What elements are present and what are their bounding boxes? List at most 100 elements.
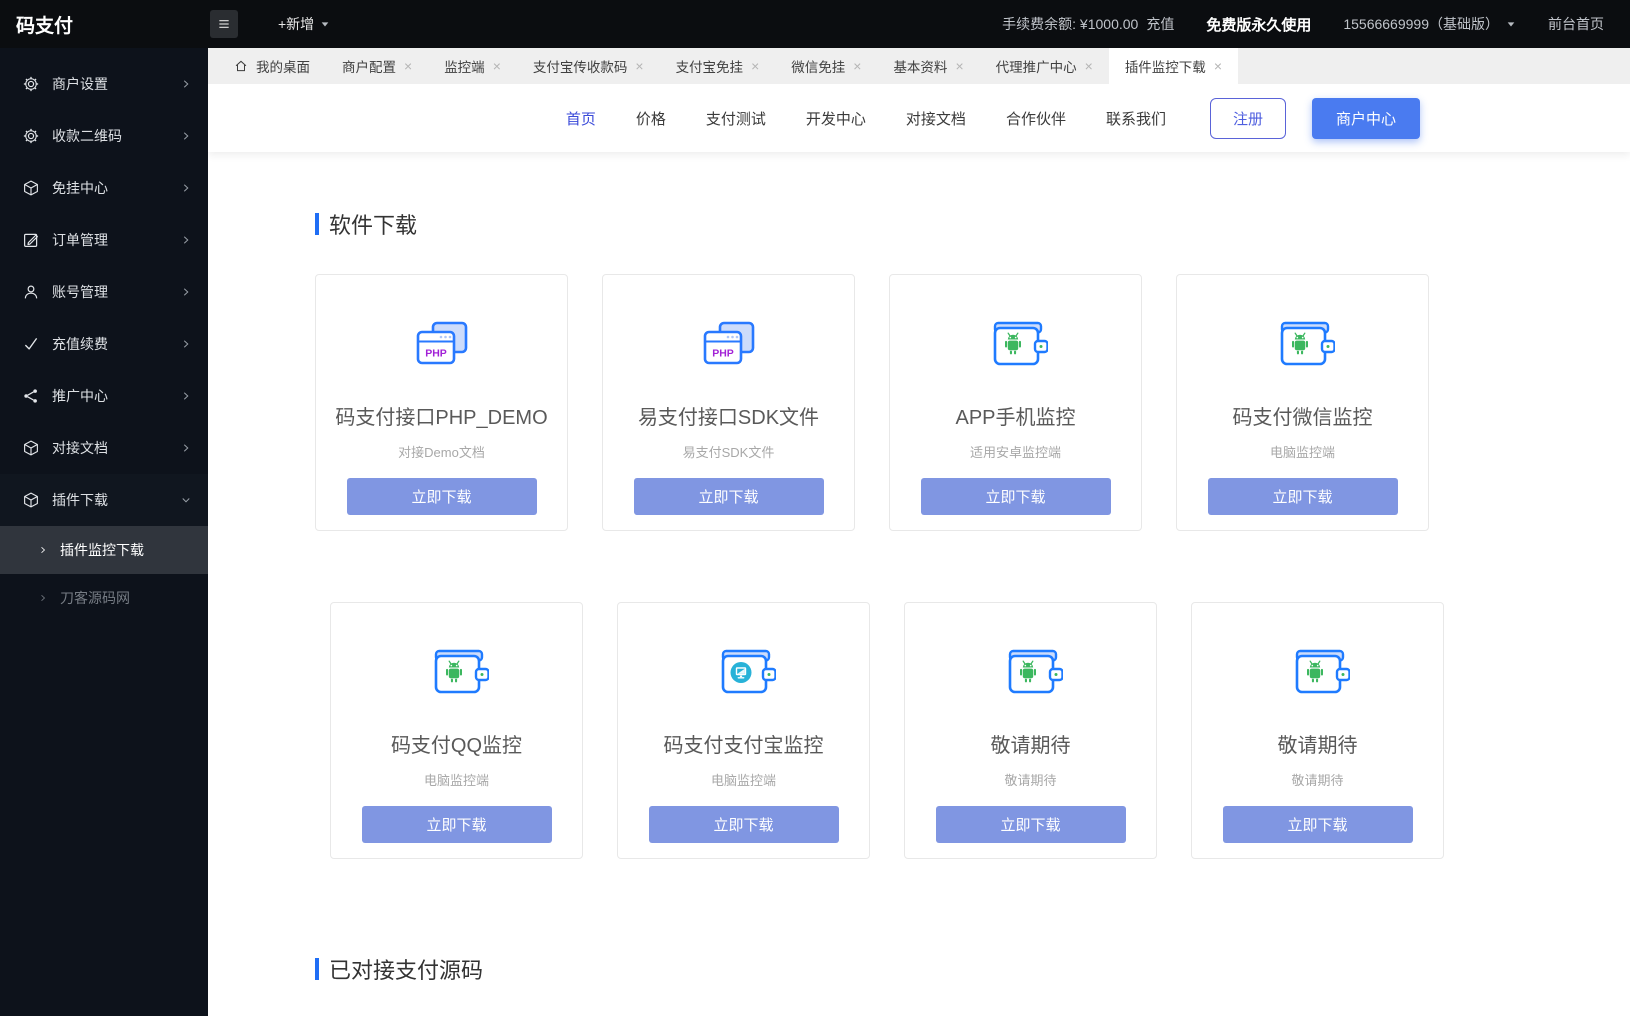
top-header: 码支付 +新增 手续费余额: ¥1000.00 充值 免费版永久使用 15566… bbox=[0, 0, 1630, 48]
recharge-link[interactable]: 充值 bbox=[1146, 14, 1174, 34]
card-subtitle: 对接Demo文档 bbox=[398, 442, 485, 461]
tab-plugin-monitor-download[interactable]: 插件监控下载 × bbox=[1109, 48, 1238, 84]
sidebar-item-label: 对接文档 bbox=[52, 438, 180, 458]
sidebar-item-plugin-download[interactable]: 插件下载 bbox=[0, 474, 208, 526]
close-icon[interactable]: × bbox=[955, 59, 963, 73]
wallet-android-icon bbox=[425, 640, 489, 704]
download-button[interactable]: 立即下载 bbox=[649, 806, 839, 843]
sidebar-item-promotion-center[interactable]: 推广中心 bbox=[0, 370, 208, 422]
close-icon[interactable]: × bbox=[635, 59, 643, 73]
section-bar bbox=[315, 958, 319, 980]
download-button[interactable]: 立即下载 bbox=[1223, 806, 1413, 843]
sidebar-subitem-daoke-source[interactable]: 刀客源码网 bbox=[0, 574, 208, 622]
close-icon[interactable]: × bbox=[1085, 59, 1093, 73]
close-icon[interactable]: × bbox=[853, 59, 861, 73]
download-card-coming-soon-2: 敬请期待 敬请期待 立即下载 bbox=[1191, 602, 1444, 859]
tab-alipay-free-hang[interactable]: 支付宝免挂 × bbox=[660, 48, 776, 84]
chevron-right-icon bbox=[180, 78, 192, 90]
cube-icon bbox=[22, 439, 40, 457]
caret-down-icon bbox=[320, 19, 330, 29]
sidebar-item-label: 插件下载 bbox=[52, 490, 180, 510]
card-title: APP手机监控 bbox=[955, 401, 1075, 430]
tab-label: 插件监控下载 bbox=[1125, 56, 1206, 76]
gear-icon bbox=[22, 127, 40, 145]
nav-link-payment-test[interactable]: 支付测试 bbox=[706, 108, 766, 129]
tab-basic-info[interactable]: 基本资料 × bbox=[877, 48, 979, 84]
share-icon bbox=[22, 387, 40, 405]
card-title: 码支付微信监控 bbox=[1233, 401, 1373, 430]
download-button[interactable]: 立即下载 bbox=[634, 478, 824, 515]
section-software-download: 软件下载 bbox=[315, 208, 1630, 240]
merchant-center-button[interactable]: 商户中心 bbox=[1312, 98, 1420, 139]
sidebar-item-label: 商户设置 bbox=[52, 74, 180, 94]
front-home-link[interactable]: 前台首页 bbox=[1548, 14, 1604, 34]
card-subtitle: 敬请期待 bbox=[1004, 770, 1056, 789]
chevron-right-icon bbox=[180, 442, 192, 454]
nav-link-contact[interactable]: 联系我们 bbox=[1106, 108, 1166, 129]
section-connected-payment-source: 已对接支付源码 bbox=[315, 953, 1630, 985]
wallet-android-icon bbox=[984, 312, 1048, 376]
sidebar-item-recharge-renewal[interactable]: 充值续费 bbox=[0, 318, 208, 370]
nav-link-home[interactable]: 首页 bbox=[566, 108, 596, 129]
tab-agent-promotion-center[interactable]: 代理推广中心 × bbox=[980, 48, 1109, 84]
close-icon[interactable]: × bbox=[1214, 59, 1222, 73]
card-subtitle: 敬请期待 bbox=[1291, 770, 1343, 789]
tab-label: 商户配置 bbox=[342, 56, 396, 76]
section-title: 软件下载 bbox=[329, 208, 417, 240]
tab-merchant-config[interactable]: 商户配置 × bbox=[326, 48, 428, 84]
close-icon[interactable]: × bbox=[493, 59, 501, 73]
nav-link-dev-center[interactable]: 开发中心 bbox=[806, 108, 866, 129]
hamburger-icon bbox=[216, 16, 232, 32]
fee-balance-text: 手续费余额: ¥1000.00 bbox=[1002, 14, 1138, 34]
sidebar-item-account-management[interactable]: 账号管理 bbox=[0, 266, 208, 318]
sidebar-item-label: 收款二维码 bbox=[52, 126, 180, 146]
section-bar bbox=[315, 213, 319, 235]
tab-alipay-qr-upload[interactable]: 支付宝传收款码 × bbox=[517, 48, 660, 84]
card-subtitle: 电脑监控端 bbox=[1270, 442, 1335, 461]
sidebar-item-merchant-settings[interactable]: 商户设置 bbox=[0, 58, 208, 110]
download-card-alipay-monitor: 码支付支付宝监控 电脑监控端 立即下载 bbox=[617, 602, 870, 859]
close-icon[interactable]: × bbox=[751, 59, 759, 73]
nav-link-docs[interactable]: 对接文档 bbox=[906, 108, 966, 129]
sidebar-subitem-label: 插件监控下载 bbox=[60, 540, 144, 560]
download-button[interactable]: 立即下载 bbox=[936, 806, 1126, 843]
new-dropdown[interactable]: +新增 bbox=[278, 14, 330, 34]
account-dropdown[interactable]: 15566669999（基础版） bbox=[1343, 14, 1516, 34]
sidebar-item-qrcode[interactable]: 收款二维码 bbox=[0, 110, 208, 162]
collapse-sidebar-button[interactable] bbox=[210, 10, 238, 38]
tab-label: 监控端 bbox=[444, 56, 485, 76]
nav-link-price[interactable]: 价格 bbox=[636, 108, 666, 129]
app-window: 码支付 +新增 手续费余额: ¥1000.00 充值 免费版永久使用 15566… bbox=[0, 0, 1630, 1016]
sidebar-item-order-management[interactable]: 订单管理 bbox=[0, 214, 208, 266]
tab-wechat-free-hang[interactable]: 微信免挂 × bbox=[775, 48, 877, 84]
sidebar-item-docking-docs[interactable]: 对接文档 bbox=[0, 422, 208, 474]
cube-icon bbox=[22, 179, 40, 197]
sidebar-item-free-hang-center[interactable]: 免挂中心 bbox=[0, 162, 208, 214]
new-dropdown-label: +新增 bbox=[278, 14, 314, 34]
version-note: 免费版永久使用 bbox=[1206, 14, 1311, 35]
download-button[interactable]: 立即下载 bbox=[362, 806, 552, 843]
sidebar-subitem-plugin-monitor-download[interactable]: 插件监控下载 bbox=[0, 526, 208, 574]
download-button[interactable]: 立即下载 bbox=[347, 478, 537, 515]
download-card-qq-monitor: 码支付QQ监控 电脑监控端 立即下载 bbox=[330, 602, 583, 859]
download-button[interactable]: 立即下载 bbox=[1208, 478, 1398, 515]
close-icon[interactable]: × bbox=[404, 59, 412, 73]
sidebar-item-label: 推广中心 bbox=[52, 386, 180, 406]
card-subtitle: 易支付SDK文件 bbox=[683, 442, 775, 461]
php-window-icon bbox=[697, 312, 761, 376]
gear-icon bbox=[22, 75, 40, 93]
download-button[interactable]: 立即下载 bbox=[921, 478, 1111, 515]
tab-my-desktop[interactable]: 我的桌面 bbox=[218, 48, 326, 84]
chevron-right-icon bbox=[180, 286, 192, 298]
register-button[interactable]: 注册 bbox=[1210, 98, 1286, 139]
tab-label: 我的桌面 bbox=[256, 56, 310, 76]
card-title: 敬请期待 bbox=[1278, 729, 1358, 758]
download-card-app-monitor: APP手机监控 适用安卓监控端 立即下载 bbox=[889, 274, 1142, 531]
check-icon bbox=[22, 335, 40, 353]
chevron-right-icon bbox=[38, 545, 48, 555]
nav-link-partners[interactable]: 合作伙伴 bbox=[1006, 108, 1066, 129]
caret-down-icon bbox=[1506, 19, 1516, 29]
tab-monitor-client[interactable]: 监控端 × bbox=[428, 48, 517, 84]
chevron-right-icon bbox=[180, 130, 192, 142]
sidebar-item-label: 订单管理 bbox=[52, 230, 180, 250]
